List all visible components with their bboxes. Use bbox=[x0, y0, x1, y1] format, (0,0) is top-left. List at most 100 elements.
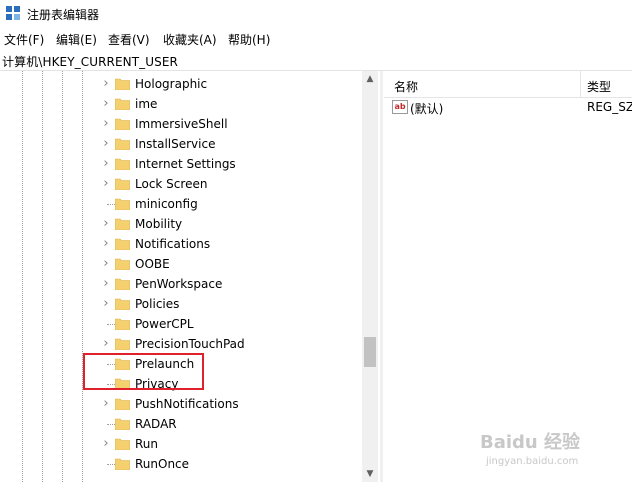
value-type: REG_SZ bbox=[587, 100, 632, 114]
tree-item-label: Lock Screen bbox=[135, 177, 208, 191]
chevron-right-icon[interactable]: › bbox=[101, 335, 111, 353]
tree-item-label: Internet Settings bbox=[135, 157, 236, 171]
tree-item-label: PowerCPL bbox=[135, 317, 194, 331]
folder-icon bbox=[115, 278, 130, 290]
title-bar: 注册表编辑器 bbox=[0, 0, 632, 28]
folder-icon bbox=[115, 318, 130, 330]
folder-icon bbox=[115, 158, 130, 170]
folder-icon bbox=[115, 398, 130, 410]
tree-pane[interactable]: › Holographic › ime › ImmersiveShell › InstallS… bbox=[0, 71, 378, 482]
tree-item-label: Policies bbox=[135, 297, 180, 311]
chevron-right-icon[interactable]: › bbox=[101, 215, 111, 233]
values-pane[interactable]: 名称 类型 ab (默认) REG_SZ bbox=[384, 71, 632, 482]
chevron-right-icon[interactable]: › bbox=[101, 235, 111, 253]
tree-item[interactable]: › InstallService bbox=[0, 134, 362, 154]
column-type[interactable]: 类型 bbox=[587, 78, 611, 95]
value-row[interactable]: ab (默认) REG_SZ bbox=[384, 99, 632, 119]
tree-item[interactable]: › Lock Screen bbox=[0, 174, 362, 194]
folder-icon bbox=[115, 438, 130, 450]
folder-icon bbox=[115, 138, 130, 150]
chevron-right-icon[interactable]: › bbox=[101, 255, 111, 273]
tree-item[interactable]: › ImmersiveShell bbox=[0, 114, 362, 134]
folder-icon bbox=[115, 298, 130, 310]
tree-item-label: PushNotifications bbox=[135, 397, 239, 411]
chevron-right-icon[interactable]: › bbox=[101, 115, 111, 133]
tree-item[interactable]: RADAR bbox=[0, 414, 362, 434]
tree-item-label: PrecisionTouchPad bbox=[135, 337, 245, 351]
chevron-right-icon[interactable]: › bbox=[101, 275, 111, 293]
folder-icon bbox=[115, 98, 130, 110]
tree-item-label: PenWorkspace bbox=[135, 277, 223, 291]
tree-connector bbox=[107, 464, 115, 465]
tree-item-label: Mobility bbox=[135, 217, 183, 231]
chevron-right-icon[interactable]: › bbox=[101, 95, 111, 113]
tree-item-label: Notifications bbox=[135, 237, 211, 251]
folder-icon bbox=[115, 78, 130, 90]
tree-item-label: OOBE bbox=[135, 257, 170, 271]
column-separator[interactable] bbox=[580, 71, 581, 97]
tree-item[interactable]: › PrecisionTouchPad bbox=[0, 334, 362, 354]
list-header: 名称 类型 bbox=[384, 71, 632, 98]
window-title: 注册表编辑器 bbox=[27, 8, 100, 22]
tree-item[interactable]: miniconfig bbox=[0, 194, 362, 214]
string-value-icon: ab bbox=[392, 100, 408, 114]
chevron-right-icon[interactable]: › bbox=[101, 395, 111, 413]
tree-item[interactable]: › ime bbox=[0, 94, 362, 114]
menu-favorites[interactable]: 收藏夹(A) bbox=[163, 31, 217, 48]
policies-highlight-box bbox=[83, 353, 204, 390]
folder-icon bbox=[115, 258, 130, 270]
folder-icon bbox=[115, 418, 130, 430]
watermark-url: jingyan.baidu.com bbox=[486, 456, 579, 467]
tree-item[interactable]: › Notifications bbox=[0, 234, 362, 254]
address-bar[interactable]: 计算机\HKEY_CURRENT_USER bbox=[0, 50, 632, 71]
tree-item-label: RunOnce bbox=[135, 457, 190, 471]
scroll-thumb[interactable] bbox=[364, 337, 376, 367]
folder-icon bbox=[115, 458, 130, 470]
pane-splitter[interactable] bbox=[380, 71, 383, 482]
chevron-right-icon[interactable]: › bbox=[101, 155, 111, 173]
chevron-right-icon[interactable]: › bbox=[101, 175, 111, 193]
menu-help[interactable]: 帮助(H) bbox=[228, 31, 270, 48]
tree-item[interactable]: › PushNotifications bbox=[0, 394, 362, 414]
folder-icon bbox=[115, 198, 130, 210]
folder-icon bbox=[115, 118, 130, 130]
tree-item[interactable]: › Holographic bbox=[0, 74, 362, 94]
chevron-right-icon[interactable]: › bbox=[101, 435, 111, 453]
scroll-down-icon[interactable]: ▼ bbox=[362, 466, 378, 482]
watermark-logo: Baidu 经验 bbox=[480, 432, 581, 453]
tree-scrollbar[interactable]: ▲ ▼ bbox=[362, 71, 378, 482]
tree-item-label: Run bbox=[135, 437, 159, 451]
folder-icon bbox=[115, 338, 130, 350]
tree-item-label: ime bbox=[135, 97, 158, 111]
address-path[interactable]: 计算机\HKEY_CURRENT_USER bbox=[2, 53, 178, 70]
menu-edit[interactable]: 编辑(E) bbox=[56, 31, 97, 48]
tree-item[interactable]: › Run bbox=[0, 434, 362, 454]
value-name: (默认) bbox=[410, 102, 444, 116]
tree-item[interactable]: PowerCPL bbox=[0, 314, 362, 334]
tree-item[interactable]: › Internet Settings bbox=[0, 154, 362, 174]
tree-item[interactable]: › Policies bbox=[0, 294, 362, 314]
tree-item[interactable]: › OOBE bbox=[0, 254, 362, 274]
menu-view[interactable]: 查看(V) bbox=[108, 31, 150, 48]
tree-connector bbox=[107, 204, 115, 205]
tree-connector bbox=[107, 424, 115, 425]
chevron-right-icon[interactable]: › bbox=[101, 295, 111, 313]
folder-icon bbox=[115, 238, 130, 250]
tree-item-label: Holographic bbox=[135, 77, 208, 91]
chevron-right-icon[interactable]: › bbox=[101, 75, 111, 93]
column-name[interactable]: 名称 bbox=[394, 78, 418, 95]
menu-bar: 文件(F) 编辑(E) 查看(V) 收藏夹(A) 帮助(H) bbox=[0, 29, 632, 49]
tree-connector bbox=[107, 324, 115, 325]
tree-item[interactable]: RunOnce bbox=[0, 454, 362, 474]
tree-item-label: RADAR bbox=[135, 417, 177, 431]
menu-file[interactable]: 文件(F) bbox=[4, 31, 44, 48]
tree-item-label: InstallService bbox=[135, 137, 216, 151]
tree-item-label: miniconfig bbox=[135, 197, 198, 211]
registry-editor-icon bbox=[6, 6, 20, 20]
scroll-up-icon[interactable]: ▲ bbox=[362, 71, 378, 87]
chevron-right-icon[interactable]: › bbox=[101, 135, 111, 153]
tree-item[interactable]: › Mobility bbox=[0, 214, 362, 234]
tree-item-label: ImmersiveShell bbox=[135, 117, 228, 131]
tree-item[interactable]: › PenWorkspace bbox=[0, 274, 362, 294]
folder-icon bbox=[115, 178, 130, 190]
